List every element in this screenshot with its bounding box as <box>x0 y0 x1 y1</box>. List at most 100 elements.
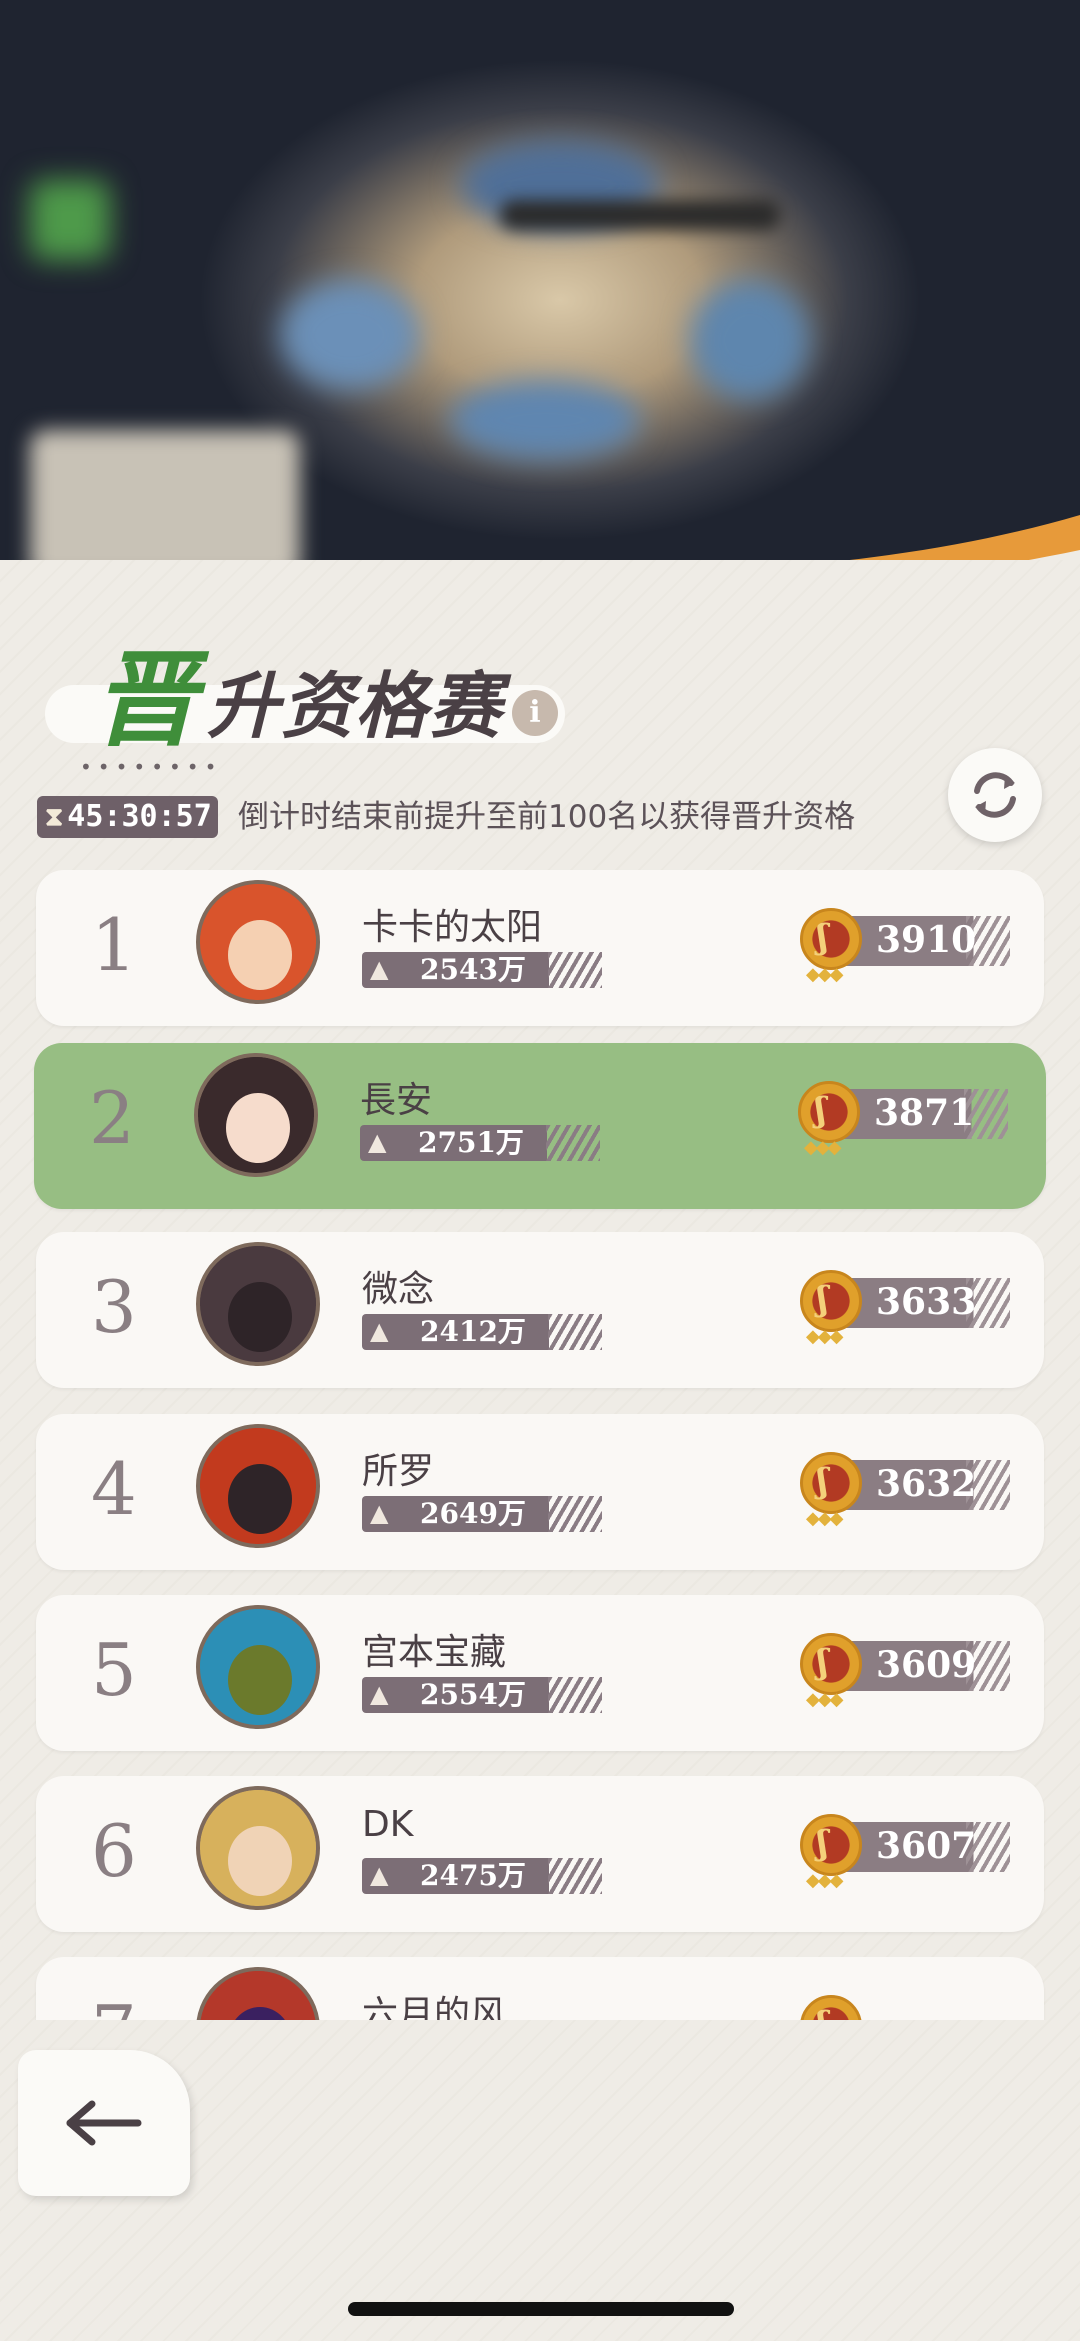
page-title-accent: 晋 <box>93 638 197 761</box>
power-stripes <box>548 1858 602 1894</box>
boot-icon: ▲ <box>370 1499 389 1527</box>
player-name: 六月的风 <box>362 1994 507 2020</box>
power-value: 2412万 <box>420 1315 526 1348</box>
score-badge: ʃ ◆◆◆ <box>800 1995 1016 2020</box>
rank-number: 4 <box>91 1447 137 1531</box>
leaderboard-list[interactable]: 1 卡卡的太阳 ▲ 2543万 3910 ʃ ◆◆◆ 2 長安 ▲ 2751万 <box>0 862 1080 2020</box>
score-badge: 3632 ʃ ◆◆◆ <box>800 1452 1016 1529</box>
decorative-dots: •••••••• <box>80 755 223 779</box>
player-name: 微念 <box>362 1269 435 1310</box>
page-title: 升资格赛 <box>207 663 504 748</box>
power-value: 2554万 <box>420 1678 526 1711</box>
promotion-description: 倒计时结束前提升至前100名以获得晋升资格 <box>238 799 856 835</box>
leaderboard-row[interactable]: 5 宫本宝藏 ▲ 2554万 3609 ʃ ◆◆◆ <box>36 1595 1044 1751</box>
score-value: 3633 <box>876 1281 977 1323</box>
power-badge: ▲ 2554万 <box>362 1677 602 1713</box>
blurred-app-icon <box>30 180 110 260</box>
leaderboard-row[interactable]: 6 DK ▲ 2475万 3607 ʃ ◆◆◆ <box>36 1776 1044 1932</box>
score-badge: 3910 ʃ ◆◆◆ <box>800 908 1016 985</box>
power-stripes <box>546 1125 600 1161</box>
back-button[interactable] <box>18 2050 190 2196</box>
countdown-timer: ⧗ 45:30:57 <box>37 796 218 838</box>
leaderboard-row[interactable]: 1 卡卡的太阳 ▲ 2543万 3910 ʃ ◆◆◆ <box>36 870 1044 1026</box>
power-value: 2649万 <box>420 1497 526 1530</box>
info-button[interactable]: i <box>512 690 558 736</box>
power-stripes <box>548 1496 602 1532</box>
blurred-bar <box>500 200 780 230</box>
countdown-value: 45:30:57 <box>67 799 212 834</box>
power-value: 2751万 <box>418 1126 524 1159</box>
horse-medal-icon: ʃ <box>800 1814 862 1876</box>
refresh-button[interactable] <box>948 748 1042 842</box>
power-stripes <box>548 952 602 988</box>
leaderboard-row[interactable]: 3 微念 ▲ 2412万 3633 ʃ ◆◆◆ <box>36 1232 1044 1388</box>
power-badge: ▲ 2412万 <box>362 1314 602 1350</box>
boot-icon: ▲ <box>370 1861 389 1889</box>
player-avatar[interactable] <box>196 1424 320 1548</box>
player-name: 宫本宝藏 <box>362 1632 507 1673</box>
player-avatar[interactable] <box>196 1786 320 1910</box>
player-avatar[interactable] <box>196 880 320 1004</box>
player-avatar[interactable] <box>196 1967 320 2020</box>
power-badge: ▲ 2543万 <box>362 952 602 988</box>
avatar-face <box>226 1093 290 1163</box>
horse-medal-icon: ʃ <box>800 1270 862 1332</box>
leaderboard-row[interactable]: 7 六月的风 ʃ ◆◆◆ <box>36 1957 1044 2020</box>
player-name: DK <box>362 1804 414 1845</box>
medal-ribbon: ◆◆◆ <box>806 1326 844 1347</box>
score-value: 3632 <box>876 1463 977 1505</box>
medal-ribbon: ◆◆◆ <box>806 964 844 985</box>
horse-medal-icon: ʃ <box>798 1081 860 1143</box>
power-value: 2475万 <box>420 1859 526 1892</box>
boot-icon: ▲ <box>370 1680 389 1708</box>
player-avatar[interactable] <box>196 1605 320 1729</box>
score-value: 3910 <box>876 919 977 961</box>
leaderboard-row[interactable]: 2 長安 ▲ 2751万 3871 ʃ ◆◆◆ <box>34 1043 1046 1209</box>
score-value: 3871 <box>874 1092 975 1134</box>
blurred-shape <box>690 280 810 400</box>
medal-ribbon: ◆◆◆ <box>806 1870 844 1891</box>
medal-ribbon: ◆◆◆ <box>806 1508 844 1529</box>
home-indicator[interactable] <box>348 2302 734 2316</box>
rank-number: 6 <box>91 1809 137 1893</box>
back-arrow-icon <box>66 2100 142 2146</box>
player-avatar[interactable] <box>196 1242 320 1366</box>
power-badge: ▲ 2475万 <box>362 1858 602 1894</box>
blurred-shape <box>450 380 640 460</box>
rank-number: 2 <box>89 1076 135 1160</box>
power-badge: ▲ 2649万 <box>362 1496 602 1532</box>
score-badge: 3607 ʃ ◆◆◆ <box>800 1814 1016 1891</box>
blurred-shape <box>280 280 420 390</box>
horse-medal-icon: ʃ <box>800 1452 862 1514</box>
score-badge: 3871 ʃ ◆◆◆ <box>798 1081 1014 1158</box>
medal-ribbon: ◆◆◆ <box>806 1689 844 1710</box>
rank-number: 7 <box>91 1987 137 2020</box>
boot-icon: ▲ <box>370 955 389 983</box>
refresh-icon <box>974 772 1016 818</box>
rank-number: 1 <box>91 903 137 987</box>
rank-number: 5 <box>91 1628 137 1712</box>
power-stripes <box>548 1677 602 1713</box>
avatar-face <box>228 1464 292 1534</box>
power-value: 2543万 <box>420 953 526 986</box>
title-area: 晋 升资格赛 <box>45 615 585 761</box>
boot-icon: ▲ <box>370 1317 389 1345</box>
score-value: 3607 <box>876 1825 977 1867</box>
horse-medal-icon: ʃ <box>800 1995 862 2020</box>
hourglass-icon: ⧗ <box>45 802 64 832</box>
horse-medal-icon: ʃ <box>800 908 862 970</box>
player-name: 長安 <box>360 1080 433 1121</box>
score-badge: 3633 ʃ ◆◆◆ <box>800 1270 1016 1347</box>
power-stripes <box>548 1314 602 1350</box>
leaderboard-row[interactable]: 4 所罗 ▲ 2649万 3632 ʃ ◆◆◆ <box>36 1414 1044 1570</box>
power-badge: ▲ 2751万 <box>360 1125 600 1161</box>
avatar-face <box>228 1282 292 1352</box>
boot-icon: ▲ <box>368 1128 387 1156</box>
horse-medal-icon: ʃ <box>800 1633 862 1695</box>
avatar-face <box>228 1826 292 1896</box>
player-name: 所罗 <box>362 1451 435 1492</box>
rank-number: 3 <box>91 1265 137 1349</box>
player-avatar[interactable] <box>194 1053 318 1177</box>
avatar-face <box>228 1645 292 1715</box>
medal-ribbon: ◆◆◆ <box>804 1137 842 1158</box>
